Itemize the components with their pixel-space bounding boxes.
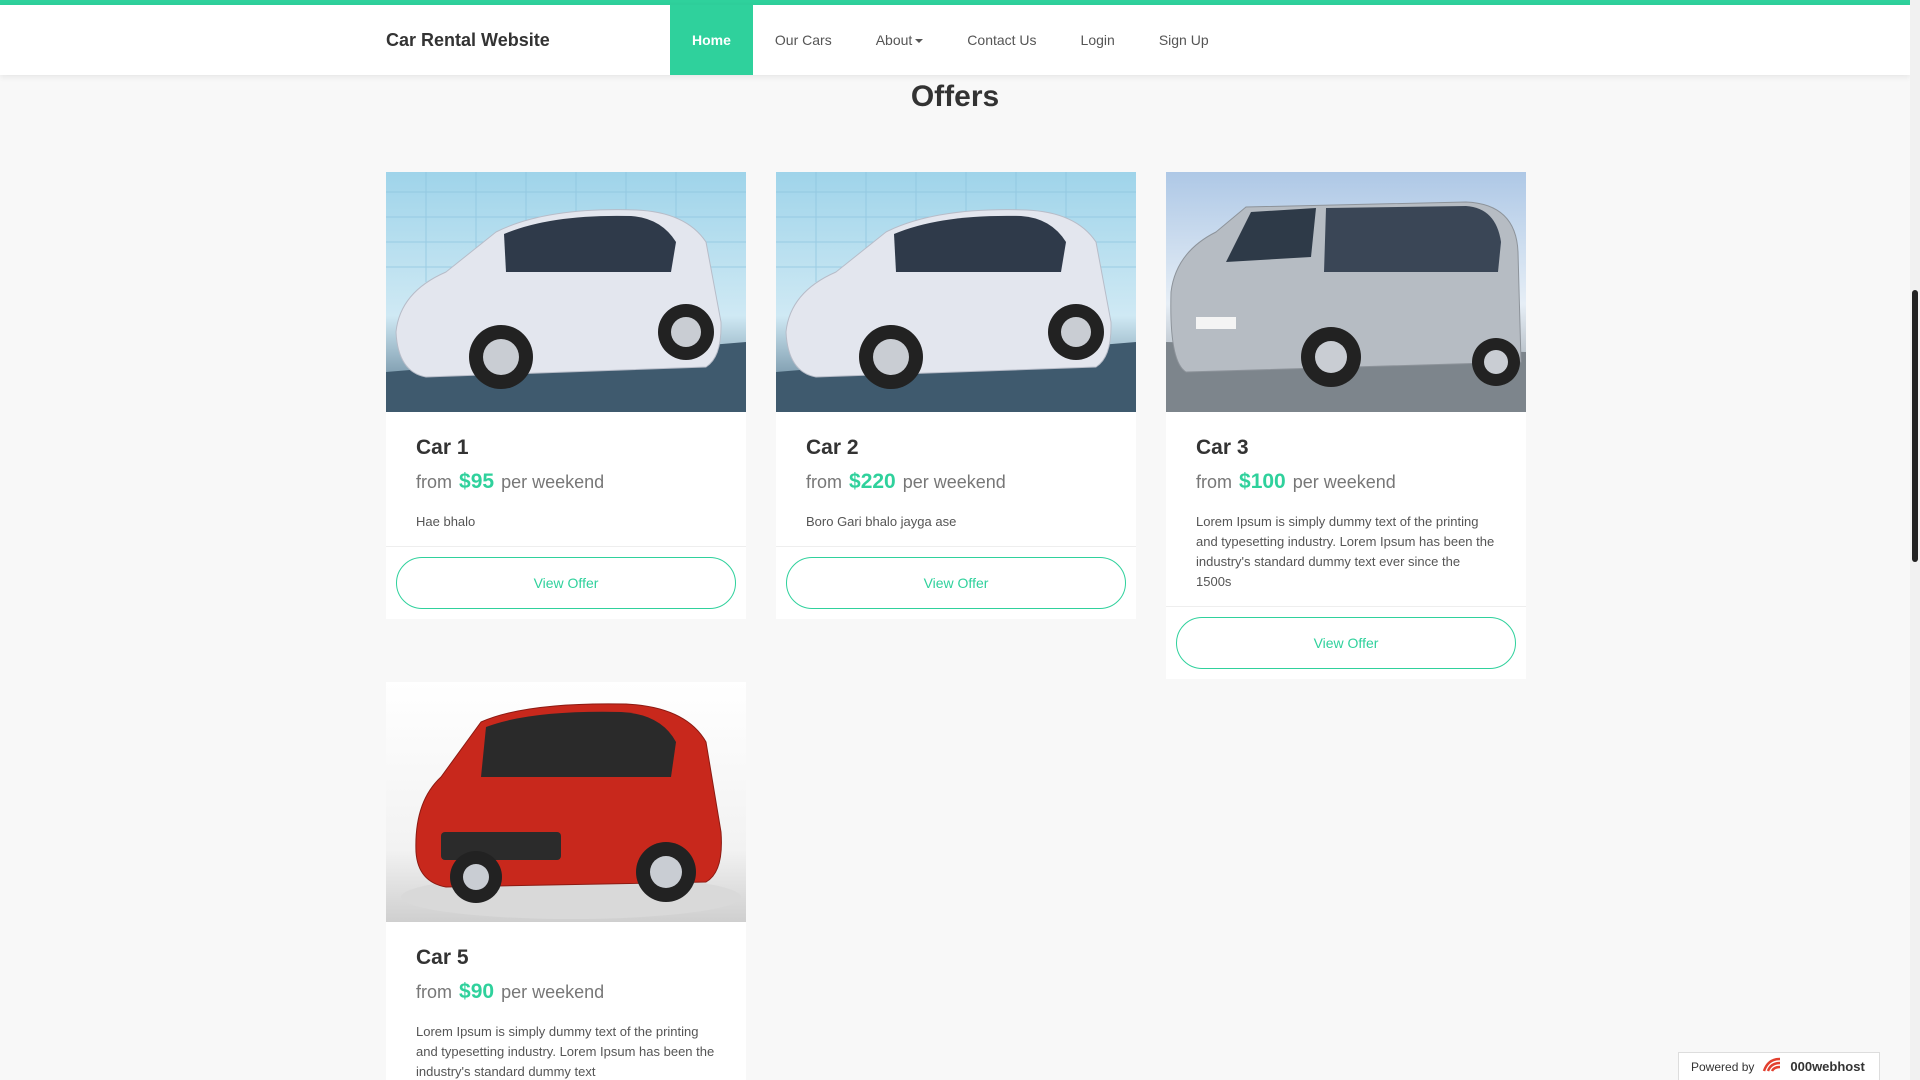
car-description: Lorem Ipsum is simply dummy text of the …: [416, 1024, 715, 1079]
car-price: from $95 per weekend: [416, 470, 716, 494]
offer-card: Car 5 from $90 per weekend Lorem Ipsum i…: [386, 682, 746, 1080]
nav-home[interactable]: Home: [670, 5, 753, 75]
card-body: Car 3 from $100 per weekend Lorem Ipsum …: [1166, 412, 1526, 607]
car-title: Car 1: [416, 436, 469, 459]
car-image[interactable]: [1166, 172, 1526, 412]
price-prefix: from: [416, 982, 452, 1002]
offer-card: Car 2 from $220 per weekend Boro Gari bh…: [776, 172, 1136, 619]
card-footer: View Offer: [776, 547, 1136, 619]
car-price: from $100 per weekend: [1196, 470, 1496, 494]
main-nav: Home Our Cars About Contact Us Login Sig…: [670, 5, 1231, 75]
page-scrollbar[interactable]: [1910, 0, 1920, 1080]
view-offer-button[interactable]: View Offer: [396, 557, 736, 609]
nav-our-cars[interactable]: Our Cars: [753, 5, 854, 75]
nav-contact-us[interactable]: Contact Us: [945, 5, 1058, 75]
powered-by-text: Powered by: [1691, 1059, 1755, 1074]
car-title: Car 3: [1196, 436, 1249, 459]
price-suffix: per weekend: [501, 472, 605, 492]
price-amount: $220: [849, 470, 896, 493]
powered-by-badge[interactable]: Powered by 000webhost: [1678, 1052, 1880, 1080]
nav-about-label: About: [875, 32, 913, 48]
car-image[interactable]: [386, 172, 746, 412]
offers-title: Offers: [910, 80, 1000, 113]
price-prefix: from: [416, 472, 452, 492]
navbar: Car Rental Website Home Our Cars About C…: [0, 5, 1910, 75]
car-image[interactable]: [776, 172, 1136, 412]
scrollbar-thumb[interactable]: [1912, 290, 1918, 562]
nav-login[interactable]: Login: [1059, 5, 1137, 75]
price-suffix: per weekend: [501, 982, 605, 1002]
car-description: Lorem Ipsum is simply dummy text of the …: [1196, 514, 1495, 589]
price-suffix: per weekend: [902, 472, 1006, 492]
card-body: Car 1 from $95 per weekend Hae bhalo: [386, 412, 746, 547]
price-amount: $90: [459, 980, 495, 1003]
car-title: Car 2: [806, 436, 859, 459]
view-offer-button[interactable]: View Offer: [1176, 617, 1516, 669]
price-prefix: from: [806, 472, 842, 492]
card-footer: View Offer: [1166, 607, 1526, 679]
car-description: Hae bhalo: [416, 514, 476, 529]
nav-about[interactable]: About: [854, 5, 946, 75]
price-amount: $95: [459, 470, 495, 493]
webhost-logo-icon: [1762, 1057, 1784, 1076]
offer-card: Car 1 from $95 per weekend Hae bhalo Vie…: [386, 172, 746, 619]
price-suffix: per weekend: [1292, 472, 1396, 492]
car-price: from $90 per weekend: [416, 980, 716, 1004]
price-prefix: from: [1196, 472, 1232, 492]
offer-card: Car 3 from $100 per weekend Lorem Ipsum …: [1166, 172, 1526, 679]
car-image[interactable]: [386, 682, 746, 922]
nav-sign-up[interactable]: Sign Up: [1137, 5, 1231, 75]
caret-down-icon: [915, 39, 924, 44]
site-brand[interactable]: Car Rental Website: [386, 5, 550, 75]
view-offer-button[interactable]: View Offer: [786, 557, 1126, 609]
car-description: Boro Gari bhalo jayga ase: [806, 514, 957, 529]
car-price: from $220 per weekend: [806, 470, 1106, 494]
webhost-brand: 000webhost: [1790, 1059, 1865, 1074]
card-footer: View Offer: [386, 547, 746, 619]
card-body: Car 5 from $90 per weekend Lorem Ipsum i…: [386, 922, 746, 1080]
car-title: Car 5: [416, 946, 469, 969]
card-body: Car 2 from $220 per weekend Boro Gari bh…: [776, 412, 1136, 547]
price-amount: $100: [1239, 470, 1286, 493]
